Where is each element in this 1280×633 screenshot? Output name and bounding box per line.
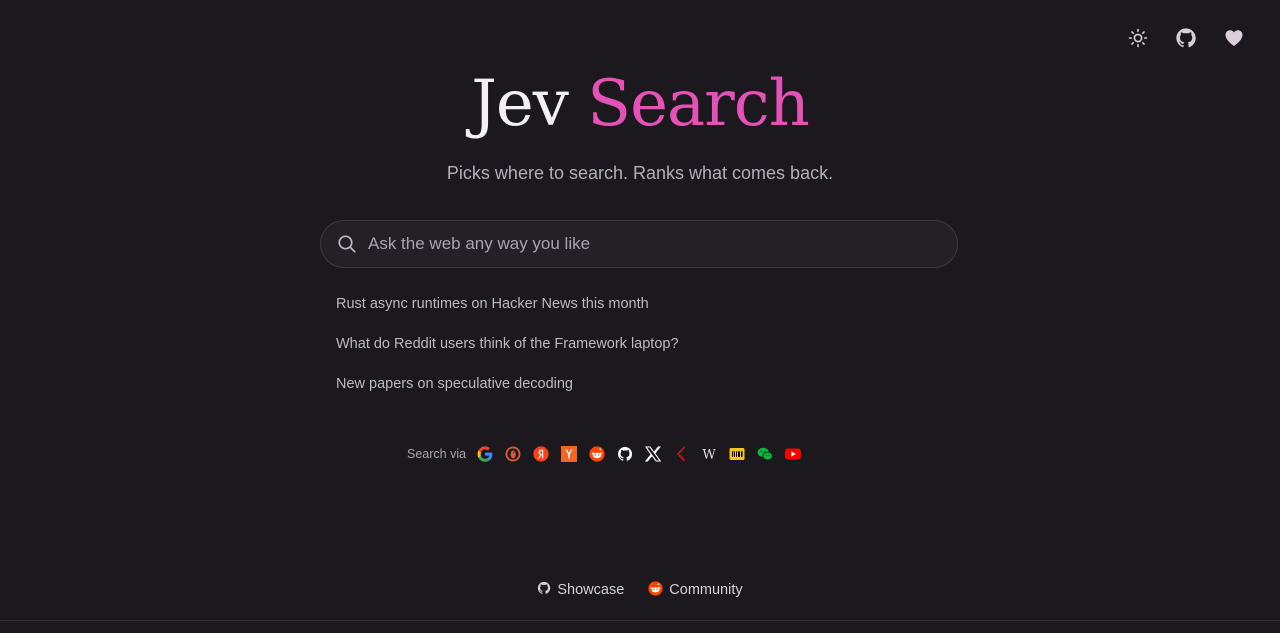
- theme-toggle-button[interactable]: [1126, 26, 1150, 50]
- heart-icon: [1224, 28, 1244, 48]
- sun-icon: [1128, 28, 1148, 48]
- arxiv-icon[interactable]: [673, 446, 689, 462]
- suggestion-list: Rust async runtimes on Hacker News this …: [336, 294, 679, 414]
- search-box[interactable]: [320, 220, 958, 268]
- wikipedia-icon[interactable]: W: [701, 446, 717, 463]
- github-icon[interactable]: [617, 446, 633, 462]
- x-icon[interactable]: [645, 446, 662, 462]
- github-link-button[interactable]: [1174, 26, 1198, 50]
- search-input[interactable]: [366, 228, 937, 260]
- suggestion-item[interactable]: What do Reddit users think of the Framew…: [336, 334, 679, 354]
- footer: Showcase Community: [0, 580, 1280, 600]
- suggestion-item[interactable]: New papers on speculative decoding: [336, 374, 679, 394]
- showcase-link[interactable]: Showcase: [537, 580, 624, 600]
- title-part-search: Search: [587, 67, 810, 141]
- search-engines-row: Search via W: [407, 444, 813, 464]
- title-part-jev: Jev: [471, 67, 569, 141]
- google-icon[interactable]: [477, 446, 493, 462]
- search-icon: [337, 234, 357, 254]
- page: Jev Search Picks where to search. Ranks …: [0, 0, 1280, 633]
- top-toolbar: [1126, 26, 1246, 50]
- tagline: Picks where to search. Ranks what comes …: [446, 163, 834, 183]
- youtube-icon[interactable]: [785, 446, 802, 462]
- github-icon: [1175, 27, 1197, 49]
- page-title: Jev Search: [0, 64, 1280, 144]
- sponsor-button[interactable]: [1222, 26, 1246, 50]
- svg-text:W: W: [702, 448, 716, 463]
- imdb-icon[interactable]: [729, 446, 745, 462]
- footer-divider: [0, 620, 1280, 621]
- community-label: Community: [669, 582, 743, 598]
- suggestion-item[interactable]: Rust async runtimes on Hacker News this …: [336, 294, 679, 314]
- showcase-label: Showcase: [557, 582, 625, 598]
- reddit-icon: [648, 580, 663, 600]
- github-icon: [537, 581, 551, 599]
- search-via-label: Search via: [407, 447, 467, 461]
- reddit-icon[interactable]: [589, 446, 605, 462]
- yandex-icon[interactable]: [533, 446, 549, 462]
- hacker-news-icon[interactable]: [561, 446, 578, 462]
- duckduckgo-icon[interactable]: [505, 446, 521, 462]
- community-link[interactable]: Community: [648, 580, 743, 600]
- wechat-icon[interactable]: [757, 446, 773, 462]
